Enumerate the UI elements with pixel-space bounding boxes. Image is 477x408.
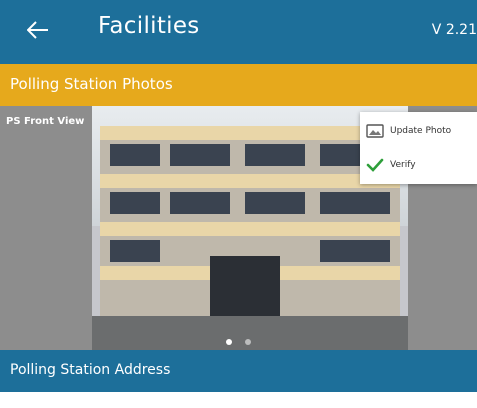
- app-bar: Facilities V 2.21: [0, 0, 477, 64]
- photos-section-header: Polling Station Photos: [0, 64, 477, 106]
- update-photo-menu-item[interactable]: Update Photo: [360, 114, 477, 148]
- address-section-header: Polling Station Address: [0, 350, 477, 392]
- carousel-dot[interactable]: [245, 339, 252, 345]
- arrow-left-icon: [26, 21, 49, 43]
- verify-label: Verify: [390, 160, 416, 170]
- image-icon: [360, 124, 390, 138]
- photos-section-title: Polling Station Photos: [10, 75, 173, 93]
- photo-action-menu: Update Photo Verify: [360, 112, 477, 184]
- address-section-title: Polling Station Address: [10, 362, 171, 378]
- carousel-dot[interactable]: [225, 339, 232, 345]
- verify-menu-item[interactable]: Verify: [360, 148, 477, 182]
- address-content: [0, 392, 477, 408]
- photo-caption: PS Front View: [6, 116, 85, 127]
- photo-carousel[interactable]: PS Front View Update Photo Verify: [0, 106, 477, 350]
- carousel-indicators: [0, 330, 477, 349]
- page-title: Facilities: [98, 13, 200, 39]
- version-label: V 2.21: [431, 22, 477, 38]
- checkmark-icon: [360, 158, 390, 172]
- update-photo-label: Update Photo: [390, 126, 452, 136]
- back-button[interactable]: [18, 14, 58, 50]
